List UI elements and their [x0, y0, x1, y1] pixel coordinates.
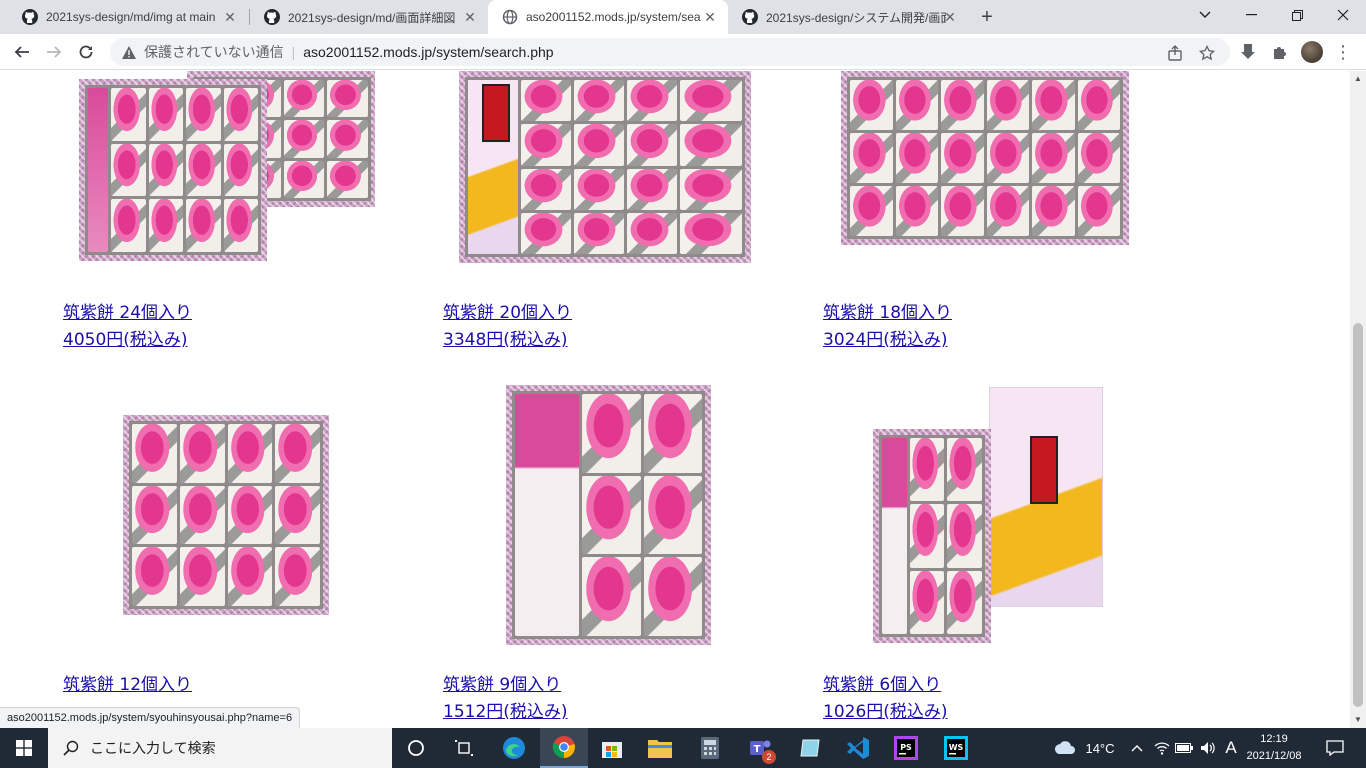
insecure-label[interactable]: 保護されていない通信: [144, 42, 284, 62]
tab-github-system[interactable]: 2021sys-design/システム開発/画面 ✕: [728, 0, 968, 34]
product-name-link[interactable]: 筑紫餅 6個入り: [823, 672, 948, 699]
calculator-icon[interactable]: [686, 728, 734, 768]
battery-icon[interactable]: [1174, 728, 1194, 768]
teams-icon[interactable]: T 2: [736, 728, 784, 768]
weather-cloud-icon[interactable]: [1052, 728, 1076, 768]
phpstorm-icon[interactable]: PS: [882, 728, 930, 768]
url-text[interactable]: aso2001152.mods.jp/system/search.php: [303, 44, 553, 60]
back-button[interactable]: [10, 40, 34, 64]
notification-icon[interactable]: [1320, 728, 1350, 768]
search-placeholder: ここに入力して検索: [90, 740, 216, 756]
product-image[interactable]: [79, 71, 375, 261]
profile-avatar[interactable]: [1301, 41, 1323, 63]
product-price-link[interactable]: 3348円(税込み): [443, 327, 572, 354]
minimize-button[interactable]: [1228, 0, 1274, 30]
weather-temp[interactable]: 14°C: [1080, 728, 1120, 768]
edge-icon[interactable]: [490, 728, 538, 768]
scroll-thumb[interactable]: [1353, 323, 1363, 707]
svg-text:PS: PS: [900, 743, 912, 752]
browser-toolbar: 保護されていない通信 | aso2001152.mods.jp/system/s…: [0, 34, 1366, 70]
wifi-icon[interactable]: [1152, 728, 1172, 768]
sticky-app-icon[interactable]: [786, 728, 834, 768]
product-image[interactable]: [123, 415, 329, 615]
volume-icon[interactable]: [1198, 728, 1218, 768]
product-name-link[interactable]: 筑紫餅 20個入り: [443, 300, 572, 327]
cortana-icon[interactable]: [392, 728, 440, 768]
vscode-icon[interactable]: [834, 728, 882, 768]
tab-title: 2021sys-design/md/画面詳細図: [288, 10, 456, 25]
tab-search-active[interactable]: aso2001152.mods.jp/system/sea ✕: [488, 0, 728, 34]
github-icon: [742, 9, 758, 25]
product-image[interactable]: [841, 71, 1129, 245]
teams-badge: 2: [762, 750, 776, 764]
svg-text:T: T: [754, 744, 761, 755]
product-name-link[interactable]: 筑紫餅 9個入り: [443, 672, 568, 699]
chevron-up-icon[interactable]: [1128, 728, 1146, 768]
tab-search-dropdown-icon[interactable]: [1182, 0, 1228, 30]
scroll-up-icon[interactable]: ▲: [1350, 71, 1366, 87]
tab-title: aso2001152.mods.jp/system/sea: [526, 10, 701, 24]
address-bar[interactable]: 保護されていない通信 | aso2001152.mods.jp/system/s…: [110, 38, 1230, 66]
page-content: 筑紫餅 24個入り 4050円(税込み) 筑紫餅 20個入り 3348円(税込み…: [0, 71, 1350, 728]
github-icon: [22, 9, 38, 25]
close-icon[interactable]: ✕: [702, 9, 718, 25]
product-price-link[interactable]: 3024円(税込み): [823, 327, 952, 354]
address-divider: |: [291, 44, 296, 60]
link-status-bubble: aso2001152.mods.jp/system/syouhinsyousai…: [0, 707, 301, 728]
tab-title: 2021sys-design/システム開発/画面: [766, 10, 946, 25]
globe-icon: [502, 9, 518, 25]
new-tab-button[interactable]: +: [976, 6, 998, 28]
tab-strip: 2021sys-design/md/img at main ✕ 2021sys-…: [0, 0, 1366, 34]
github-icon: [264, 9, 280, 25]
search-icon: [62, 739, 80, 757]
product-name-link[interactable]: 筑紫餅 12個入り: [63, 672, 192, 699]
warning-icon[interactable]: [120, 43, 138, 61]
restore-button[interactable]: [1274, 0, 1320, 30]
forward-button[interactable]: [42, 40, 66, 64]
windows-taskbar: ここに入力して検索 T 2 PS WS 14°C A 12:19 2021/12…: [0, 728, 1366, 768]
svg-text:WS: WS: [949, 743, 964, 752]
product-image[interactable]: [873, 385, 1103, 647]
tab-github-img[interactable]: 2021sys-design/md/img at main ✕: [8, 0, 248, 34]
clock-date: 2021/12/08: [1246, 750, 1302, 762]
product-price-link[interactable]: 1512円(税込み): [443, 699, 568, 726]
store-icon[interactable]: [588, 728, 636, 768]
product-image[interactable]: [506, 385, 711, 645]
webstorm-icon[interactable]: WS: [932, 728, 980, 768]
product-name-link[interactable]: 筑紫餅 24個入り: [63, 300, 192, 327]
puzzle-extensions-icon[interactable]: [1271, 43, 1289, 61]
bookmark-star-icon[interactable]: [1198, 44, 1216, 62]
windows-start-icon[interactable]: [0, 728, 48, 768]
close-icon[interactable]: ✕: [462, 9, 478, 25]
scroll-down-icon[interactable]: ▼: [1350, 712, 1366, 728]
task-view-icon[interactable]: [440, 728, 488, 768]
tab-github-md[interactable]: 2021sys-design/md/画面詳細図 ✕: [250, 0, 488, 34]
product-price-link[interactable]: 1026円(税込み): [823, 699, 948, 726]
file-explorer-icon[interactable]: [636, 728, 684, 768]
close-icon[interactable]: ✕: [222, 9, 238, 25]
close-window-button[interactable]: [1320, 0, 1366, 30]
tab-title: 2021sys-design/md/img at main: [46, 10, 216, 24]
reload-button[interactable]: [74, 40, 98, 64]
chrome-icon[interactable]: [540, 728, 588, 768]
taskbar-clock[interactable]: 12:19 2021/12/08: [1234, 731, 1314, 765]
product-name-link[interactable]: 筑紫餅 18個入り: [823, 300, 952, 327]
vertical-scrollbar[interactable]: ▲ ▼: [1350, 71, 1366, 728]
clock-time: 12:19: [1260, 733, 1288, 745]
extension-download-icon[interactable]: [1239, 43, 1257, 61]
product-price-link[interactable]: 4050円(税込み): [63, 327, 192, 354]
close-icon[interactable]: ✕: [942, 9, 958, 25]
product-image[interactable]: [459, 71, 751, 263]
share-icon[interactable]: [1166, 44, 1184, 62]
taskbar-search-box[interactable]: ここに入力して検索: [48, 728, 392, 768]
more-menu-icon[interactable]: ⋮: [1334, 41, 1352, 63]
